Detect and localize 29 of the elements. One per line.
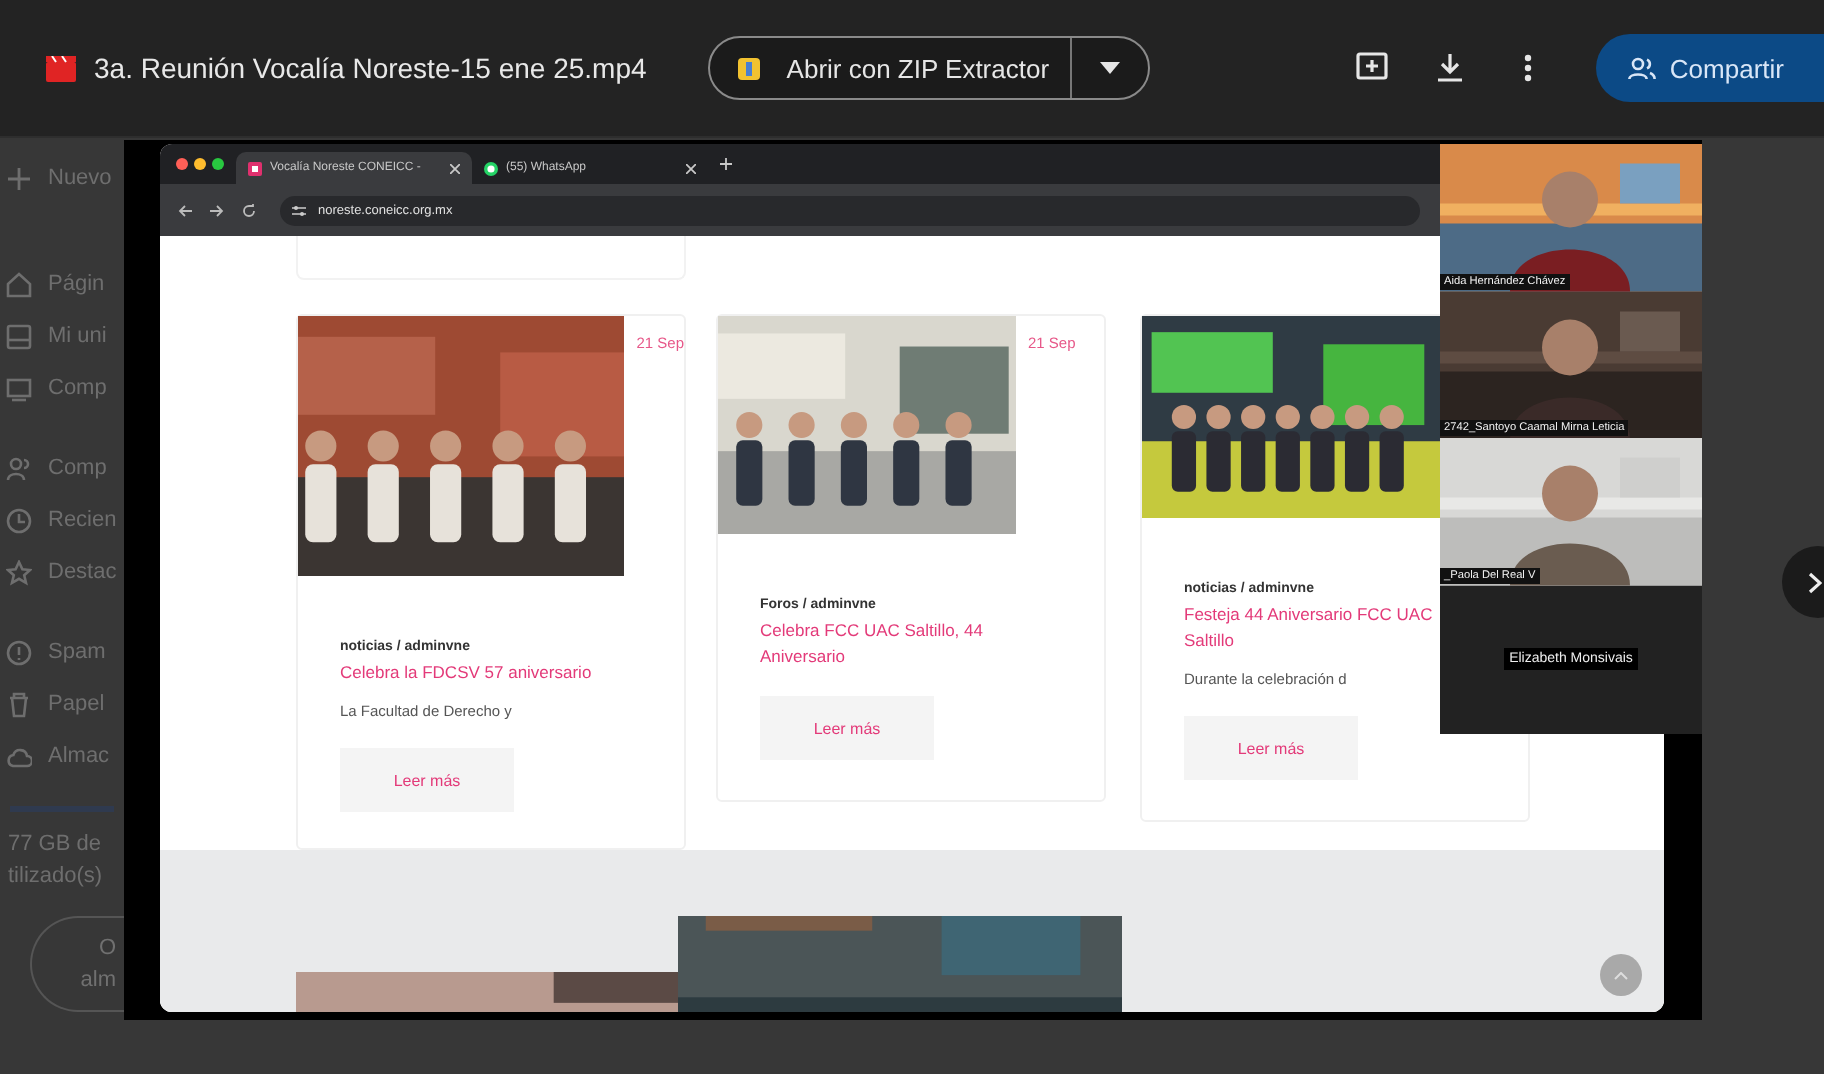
maximize-dot[interactable]	[212, 158, 224, 170]
chevron-up-icon	[1614, 971, 1628, 979]
read-more-button[interactable]: Leer más	[760, 696, 934, 760]
open-with-button[interactable]: Abrir con ZIP Extractor	[708, 36, 1150, 100]
star-icon[interactable]	[6, 559, 32, 585]
close-dot[interactable]	[176, 158, 188, 170]
minimize-dot[interactable]	[194, 158, 206, 170]
read-more-button[interactable]: Leer más	[340, 748, 514, 812]
people-icon	[1627, 56, 1656, 80]
post-title[interactable]: Celebra FCC UAC Saltillo, 44 Aniversario	[760, 618, 1020, 670]
site-settings-icon[interactable]	[292, 203, 306, 217]
zip-app-icon	[738, 57, 761, 79]
add-comment-icon[interactable]	[1353, 50, 1390, 86]
site-favicon-icon	[248, 161, 262, 175]
chat-bubble-icon	[484, 161, 498, 175]
video-file-icon	[46, 55, 76, 81]
close-icon[interactable]	[450, 163, 460, 173]
post-title[interactable]: Celebra la FDCSV 57 aniversario	[340, 660, 600, 686]
close-icon[interactable]	[686, 163, 696, 173]
read-more-button[interactable]: Leer más	[1184, 716, 1358, 780]
caret-icon	[1099, 62, 1120, 74]
chevron-right-icon	[1808, 571, 1822, 593]
post-title[interactable]: Festeja 44 Aniversario FCC UAC Saltillo	[1184, 602, 1444, 654]
back-icon[interactable]	[178, 203, 192, 217]
file-title: 3a. Reunión Vocalía Noreste-15 ene 25.mp4	[94, 52, 647, 84]
new-tab-icon[interactable]	[720, 158, 732, 170]
forward-icon[interactable]	[210, 203, 224, 217]
reload-icon[interactable]	[242, 203, 256, 217]
share-button[interactable]: Compartir	[1595, 34, 1824, 102]
